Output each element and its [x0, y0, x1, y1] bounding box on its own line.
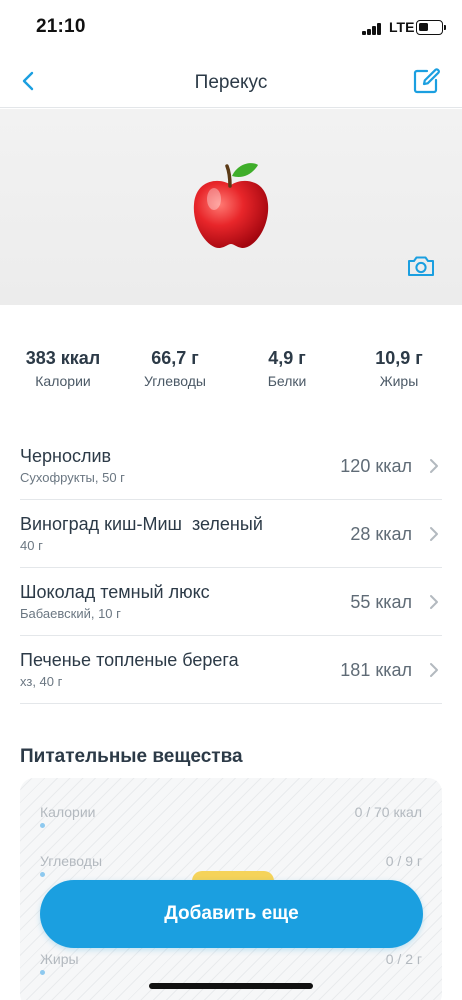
- summary-protein: 4,9 г Белки: [227, 348, 347, 389]
- nutrient-progress: [40, 872, 45, 877]
- nutrient-name: Жиры: [40, 951, 79, 967]
- summary-label: Углеводы: [143, 373, 206, 389]
- summary-label: Калории: [35, 373, 91, 389]
- battery-icon: [416, 20, 446, 35]
- list-item[interactable]: Шоколад темный люкс Бабаевский, 10 г 55 …: [20, 568, 442, 636]
- home-indicator[interactable]: [149, 983, 313, 989]
- apple-icon: [193, 163, 269, 249]
- summary-label: Жиры: [379, 373, 419, 389]
- summary-fat: 10,9 г Жиры: [339, 348, 459, 389]
- food-name: Шоколад темный люкс: [20, 582, 210, 602]
- food-detail: Бабаевский, 10 г: [20, 606, 121, 621]
- nutrient-value: 0 / 2 г: [385, 951, 422, 967]
- chevron-right-icon: [430, 595, 438, 609]
- nutrient-row: Жиры 0 / 2 г: [40, 951, 422, 981]
- summary-value: 66,7 г: [151, 348, 199, 368]
- nutrient-progress: [40, 970, 45, 975]
- nutrients-heading: Питательные вещества: [20, 746, 243, 767]
- camera-button[interactable]: [406, 253, 436, 279]
- list-item[interactable]: Печенье топленые берега хз, 40 г 181 кка…: [20, 636, 442, 704]
- food-detail: 40 г: [20, 538, 43, 553]
- add-more-button[interactable]: Добавить еще: [40, 880, 423, 948]
- list-item[interactable]: Виноград киш-Миш зеленый 40 г 28 ккал: [20, 500, 442, 568]
- nutrient-value: 0 / 9 г: [385, 853, 422, 869]
- nutrient-value: 0 / 70 ккал: [354, 804, 422, 820]
- summary-calories: 383 ккал Калории: [3, 348, 123, 389]
- chevron-right-icon: [430, 459, 438, 473]
- food-name: Печенье топленые берега: [20, 650, 239, 670]
- chevron-right-icon: [430, 663, 438, 677]
- summary-carbs: 66,7 г Углеводы: [115, 348, 235, 389]
- status-bar: 21:10 LTE: [0, 0, 462, 58]
- food-calories: 28 ккал: [350, 524, 412, 544]
- meal-photo-area: [0, 109, 462, 305]
- list-item[interactable]: Чернослив Сухофрукты, 50 г 120 ккал: [20, 432, 442, 500]
- food-name: Чернослив: [20, 446, 112, 466]
- nav-bar: Перекус: [0, 58, 462, 108]
- summary-value: 383 ккал: [25, 348, 101, 368]
- nutrient-row: Калории 0 / 70 ккал: [40, 804, 422, 834]
- camera-icon: [408, 256, 434, 276]
- page-title: Перекус: [194, 72, 268, 93]
- summary-value: 10,9 г: [375, 348, 423, 368]
- nutrition-summary: 383 ккал Калории 66,7 г Углеводы 4,9 г Б…: [0, 348, 462, 398]
- edit-icon: [413, 68, 440, 94]
- nutrient-progress: [40, 823, 45, 828]
- nutrient-name: Калории: [40, 804, 96, 820]
- food-calories: 120 ккал: [340, 456, 412, 476]
- summary-value: 4,9 г: [268, 348, 306, 368]
- network-label: LTE: [389, 19, 415, 35]
- food-name: Виноград киш-Миш зеленый: [20, 514, 263, 534]
- food-detail: хз, 40 г: [20, 674, 63, 689]
- edit-button[interactable]: [410, 65, 442, 97]
- nutrient-name: Углеводы: [40, 853, 103, 869]
- food-calories: 55 ккал: [350, 592, 412, 612]
- chevron-right-icon: [430, 527, 438, 541]
- food-detail: Сухофрукты, 50 г: [20, 470, 125, 485]
- status-time: 21:10: [36, 16, 86, 37]
- summary-label: Белки: [267, 373, 307, 389]
- food-calories: 181 ккал: [340, 660, 412, 680]
- signal-icon: [362, 23, 382, 35]
